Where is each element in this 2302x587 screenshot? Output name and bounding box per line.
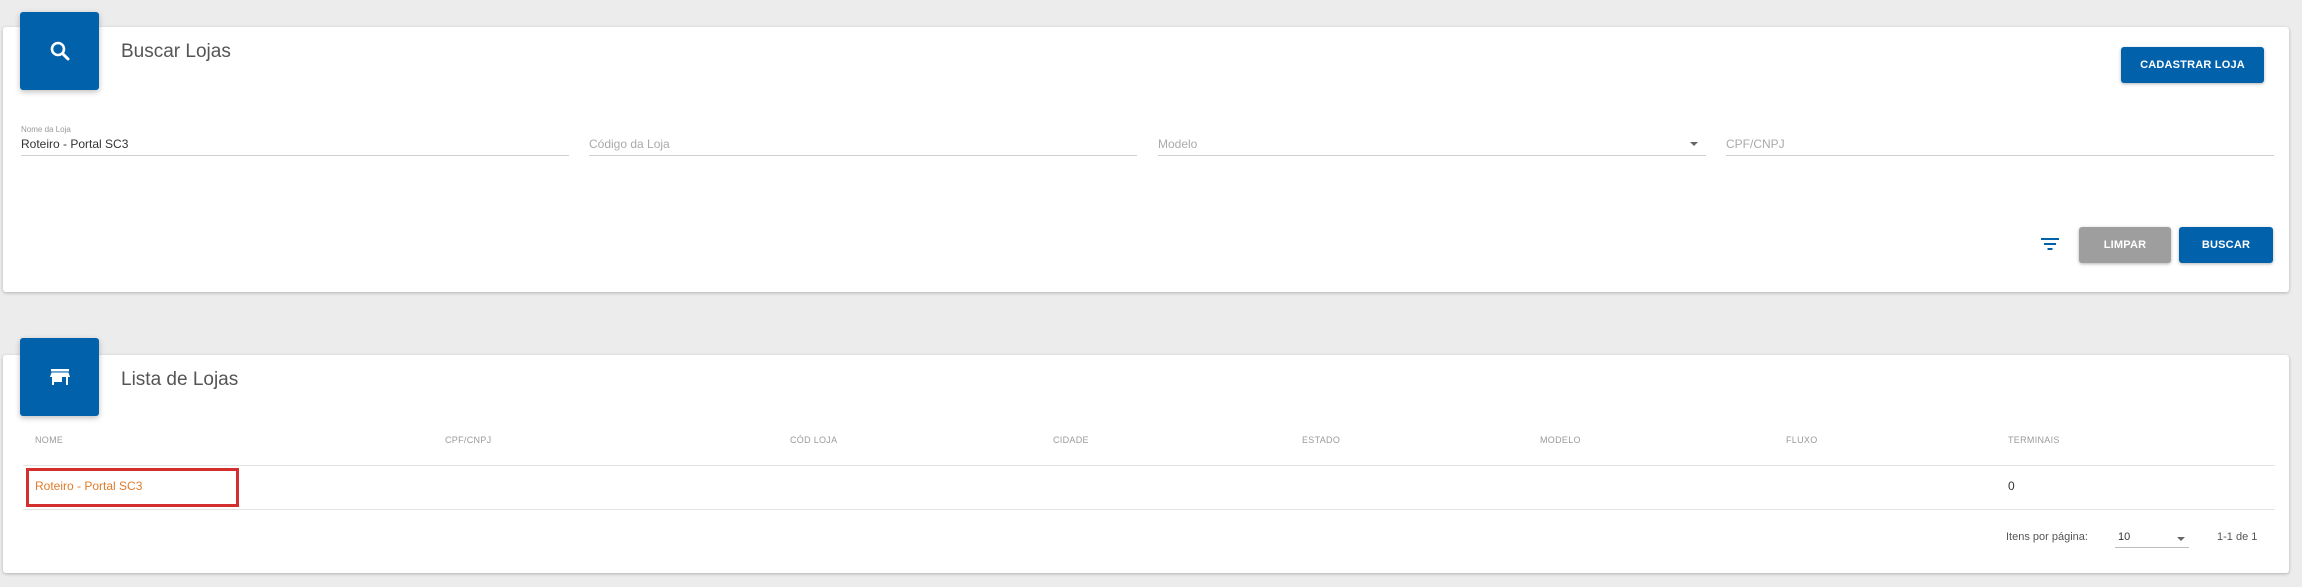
store-name-label: Nome da Loja [21,125,71,134]
store-name-field[interactable]: Nome da Loja Roteiro - Portal SC3 [21,125,569,156]
pagination-range: 1-1 de 1 [2217,531,2258,543]
store-code-field[interactable]: Código da Loja [589,125,1137,156]
items-per-page-select[interactable]: 10 [2115,525,2189,548]
column-header-modelo[interactable]: MODELO [1540,435,1581,445]
header-divider [23,465,2275,466]
store-list-card: Lista de Lojas NOME CPF/CNPJ CÓD LOJA CI… [3,338,2289,573]
column-header-cidade[interactable]: CIDADE [1053,435,1089,445]
column-header-nome[interactable]: NOME [35,435,63,445]
clear-button[interactable]: LIMPAR [2079,227,2171,263]
items-per-page-label: Itens por página: [2006,531,2088,543]
row-divider [23,509,2275,510]
column-header-cpf-cnpj[interactable]: CPF/CNPJ [445,435,491,445]
search-card-title: Buscar Lojas [121,41,231,62]
cpf-cnpj-placeholder: CPF/CNPJ [1726,137,1785,151]
column-header-terminais[interactable]: TERMINAIS [2008,435,2060,445]
column-header-cod-loja[interactable]: CÓD LOJA [790,435,837,445]
column-header-fluxo[interactable]: FLUXO [1786,435,1818,445]
register-store-button[interactable]: CADASTRAR LOJA [2121,47,2264,83]
filter-list-icon[interactable] [2039,235,2061,253]
list-card-title: Lista de Lojas [121,369,239,390]
model-placeholder: Modelo [1158,137,1198,151]
chevron-down-icon [1690,142,1698,146]
search-button[interactable]: BUSCAR [2179,227,2273,263]
store-icon [20,338,99,416]
store-name-value: Roteiro - Portal SC3 [21,137,129,151]
store-code-placeholder: Código da Loja [589,137,670,151]
model-select[interactable]: Modelo [1158,125,1706,156]
terminals-count: 0 [2008,479,2015,493]
items-per-page-value: 10 [2118,531,2131,543]
search-stores-card: Buscar Lojas CADASTRAR LOJA Nome da Loja… [3,12,2289,292]
search-icon [20,12,99,90]
column-header-estado[interactable]: ESTADO [1302,435,1340,445]
cpf-cnpj-field[interactable]: CPF/CNPJ [1726,125,2274,156]
highlight-box [26,468,239,507]
chevron-down-icon [2177,537,2185,541]
